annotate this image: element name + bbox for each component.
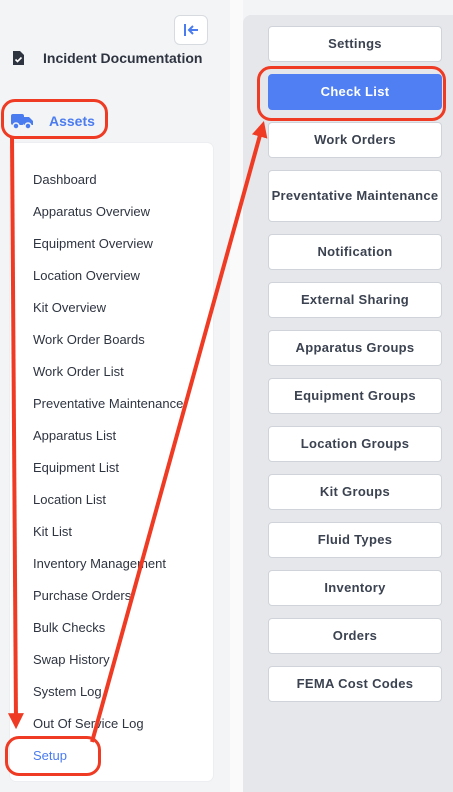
setup-button-check-list[interactable]: Check List — [268, 74, 442, 110]
collapse-left-icon — [184, 24, 198, 36]
setup-button-fema-cost-codes[interactable]: FEMA Cost Codes — [268, 666, 442, 702]
nav-incident-documentation-label: Incident Documentation — [43, 50, 203, 66]
submenu-item-kit-list[interactable]: Kit List — [33, 524, 72, 540]
submenu-item-kit-overview[interactable]: Kit Overview — [33, 300, 106, 316]
submenu-item-inventory-management[interactable]: Inventory Management — [33, 556, 166, 572]
setup-panel: Settings Check List Work Orders Preventa… — [243, 15, 453, 792]
submenu-item-out-of-service-log[interactable]: Out Of Service Log — [33, 716, 144, 732]
sidebar: Incident Documentation Assets Dashboard … — [0, 0, 230, 792]
submenu-item-setup[interactable]: Setup — [33, 748, 67, 764]
submenu-item-apparatus-overview[interactable]: Apparatus Overview — [33, 204, 150, 220]
submenu-item-equipment-overview[interactable]: Equipment Overview — [33, 236, 153, 252]
setup-button-fluid-types[interactable]: Fluid Types — [268, 522, 442, 558]
submenu-item-work-order-boards[interactable]: Work Order Boards — [33, 332, 145, 348]
submenu-item-location-list[interactable]: Location List — [33, 492, 106, 508]
setup-button-settings[interactable]: Settings — [268, 26, 442, 62]
pane-divider — [230, 0, 243, 792]
submenu-item-equipment-list[interactable]: Equipment List — [33, 460, 119, 476]
setup-button-notification[interactable]: Notification — [268, 234, 442, 270]
nav-assets-label: Assets — [49, 113, 95, 129]
setup-button-work-orders[interactable]: Work Orders — [268, 122, 442, 158]
nav-incident-documentation[interactable]: Incident Documentation — [12, 42, 202, 74]
submenu-item-bulk-checks[interactable]: Bulk Checks — [33, 620, 105, 636]
document-icon — [13, 51, 24, 65]
setup-button-kit-groups[interactable]: Kit Groups — [268, 474, 442, 510]
submenu-item-system-log[interactable]: System Log — [33, 684, 102, 700]
collapse-sidebar-button[interactable] — [174, 15, 208, 45]
truck-icon — [11, 114, 33, 130]
submenu-item-purchase-orders[interactable]: Purchase Orders — [33, 588, 131, 604]
submenu-item-apparatus-list[interactable]: Apparatus List — [33, 428, 116, 444]
setup-button-apparatus-groups[interactable]: Apparatus Groups — [268, 330, 442, 366]
assets-submenu: Dashboard Apparatus Overview Equipment O… — [10, 143, 213, 781]
setup-button-preventative-maintenance[interactable]: Preventative Maintenance — [268, 170, 442, 222]
setup-button-inventory[interactable]: Inventory — [268, 570, 442, 606]
submenu-item-work-order-list[interactable]: Work Order List — [33, 364, 124, 380]
nav-assets[interactable]: Assets — [10, 105, 95, 137]
setup-button-equipment-groups[interactable]: Equipment Groups — [268, 378, 442, 414]
setup-button-orders[interactable]: Orders — [268, 618, 442, 654]
setup-button-location-groups[interactable]: Location Groups — [268, 426, 442, 462]
submenu-item-location-overview[interactable]: Location Overview — [33, 268, 140, 284]
submenu-item-dashboard[interactable]: Dashboard — [33, 172, 97, 188]
submenu-item-preventative-maintenance[interactable]: Preventative Maintenance — [33, 396, 183, 412]
setup-button-external-sharing[interactable]: External Sharing — [268, 282, 442, 318]
submenu-item-swap-history[interactable]: Swap History — [33, 652, 110, 668]
